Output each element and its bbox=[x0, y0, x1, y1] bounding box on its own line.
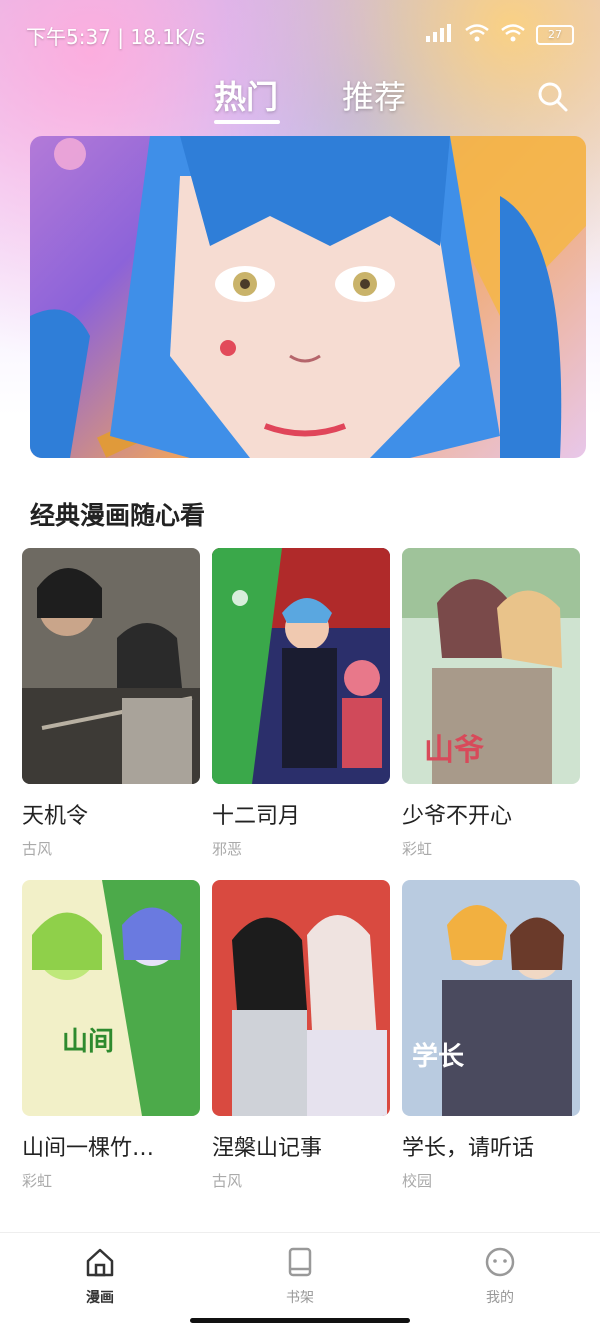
status-left: 下午5:37 | 18.1K/s bbox=[26, 24, 206, 49]
comic-tag: 邪恶 bbox=[212, 840, 243, 858]
nav-label: 书架 bbox=[286, 1290, 314, 1306]
nav-profile[interactable]: 我的 bbox=[460, 1245, 540, 1307]
section-title: 经典漫画随心看 bbox=[30, 501, 206, 530]
home-icon bbox=[86, 1248, 114, 1277]
tab-recommend[interactable]: 推荐 bbox=[342, 72, 406, 118]
signal-icon bbox=[426, 23, 454, 47]
tab-hot[interactable]: 热门 bbox=[214, 72, 278, 118]
active-tab-indicator bbox=[214, 120, 280, 124]
comic-title: 学长，请听话 bbox=[402, 1136, 535, 1161]
top-nav: 热门 推荐 bbox=[0, 68, 600, 128]
comic-tag: 彩虹 bbox=[402, 840, 433, 858]
nav-label: 我的 bbox=[486, 1290, 514, 1306]
comic-tag: 彩虹 bbox=[22, 1172, 53, 1190]
wifi-icon-secondary bbox=[500, 23, 526, 48]
svg-text:学长: 学长 bbox=[412, 1041, 465, 1071]
comic-title: 少爷不开心 bbox=[402, 804, 513, 829]
comic-card[interactable]: 十二司月 邪恶 bbox=[212, 548, 390, 859]
comic-title: 天机令 bbox=[22, 804, 89, 829]
comic-tag: 古风 bbox=[22, 840, 53, 858]
comic-card[interactable]: 学长 学长，请听话 校园 bbox=[402, 880, 580, 1191]
comic-cover[interactable]: 山间 bbox=[22, 880, 200, 1116]
comic-tag: 校园 bbox=[402, 1172, 433, 1190]
status-right: 27 bbox=[426, 23, 574, 48]
status-time: 下午5:37 bbox=[26, 24, 111, 49]
comic-card[interactable]: 天机令 古风 bbox=[22, 548, 200, 859]
comic-title: 涅槃山记事 bbox=[212, 1136, 323, 1161]
home-indicator bbox=[190, 1318, 410, 1323]
comic-cover[interactable] bbox=[22, 548, 200, 784]
svg-text:山间: 山间 bbox=[62, 1026, 114, 1056]
comic-cover[interactable] bbox=[212, 548, 390, 784]
nav-bookshelf[interactable]: 书架 bbox=[260, 1245, 340, 1307]
search-button[interactable] bbox=[536, 80, 570, 114]
battery-icon: 27 bbox=[536, 25, 574, 45]
comic-cover[interactable]: 山爷 bbox=[402, 548, 580, 784]
comic-cover[interactable] bbox=[212, 880, 390, 1116]
status-bar: 下午5:37 | 18.1K/s 27 bbox=[0, 0, 600, 70]
network-speed: 18.1K/s bbox=[130, 24, 206, 49]
svg-text:山爷: 山爷 bbox=[424, 734, 484, 767]
comic-card[interactable]: 山爷 少爷不开心 彩虹 bbox=[402, 548, 580, 859]
book-icon bbox=[288, 1247, 312, 1277]
nav-label: 漫画 bbox=[86, 1290, 114, 1306]
search-icon bbox=[538, 82, 568, 112]
comic-title: 山间一棵竹… bbox=[22, 1136, 155, 1161]
banner-illustration bbox=[30, 136, 586, 458]
featured-banner[interactable] bbox=[30, 136, 586, 458]
comic-tag: 古风 bbox=[212, 1172, 243, 1190]
comic-card[interactable]: 山间 山间一棵竹… 彩虹 bbox=[22, 880, 200, 1191]
comic-cover[interactable]: 学长 bbox=[402, 880, 580, 1116]
comic-title: 十二司月 bbox=[212, 804, 301, 829]
wifi-icon bbox=[464, 23, 490, 48]
nav-comics[interactable]: 漫画 bbox=[60, 1245, 140, 1307]
comic-card[interactable]: 涅槃山记事 古风 bbox=[212, 880, 390, 1191]
profile-icon bbox=[485, 1247, 515, 1277]
